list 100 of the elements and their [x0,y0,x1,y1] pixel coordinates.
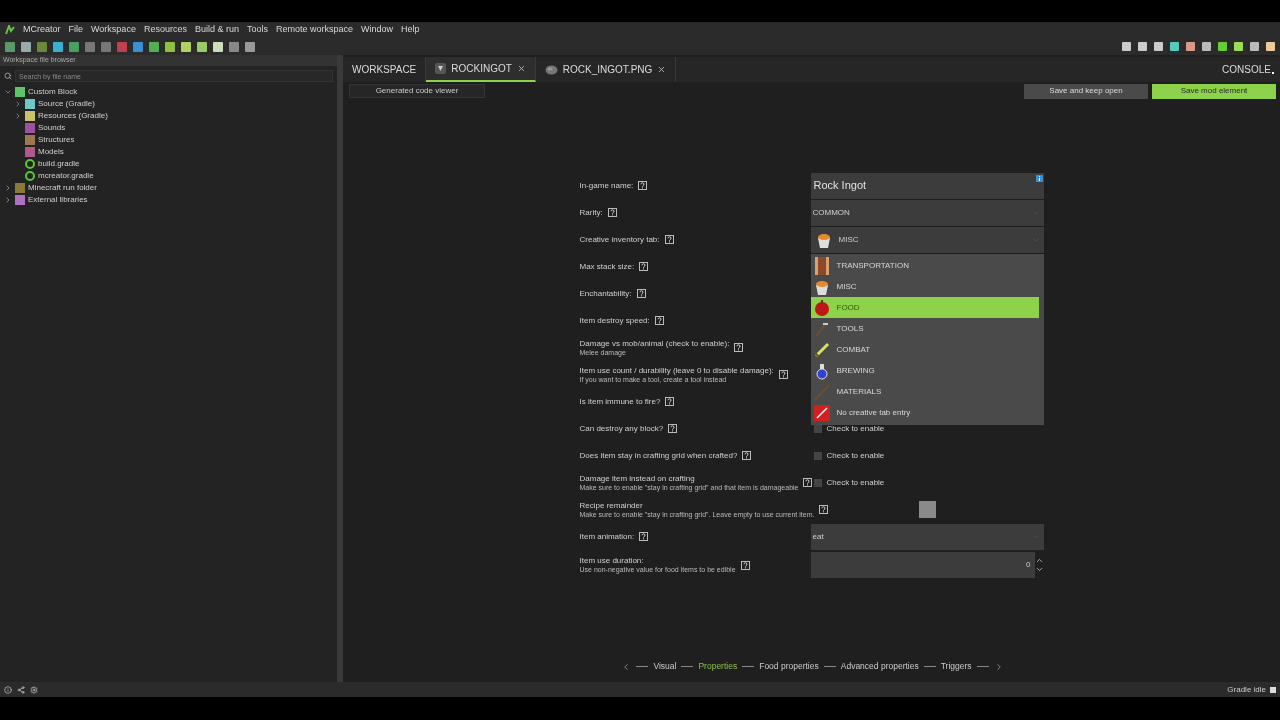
settings-icon[interactable] [30,685,38,694]
menu-item[interactable]: File [68,23,84,37]
toolbar-icon[interactable] [133,41,143,52]
code-viewer-button[interactable]: Generated code viewer [349,84,485,98]
tree-item[interactable]: Resources (Gradle) [38,112,108,120]
collapsed-chevron-icon[interactable] [14,112,22,120]
step-link[interactable]: Advanced properties [840,660,919,673]
tree-item[interactable]: Source (Gradle) [38,100,95,108]
dropdown-option[interactable]: No creative tab entry [810,402,1039,423]
number-field[interactable]: 0 [810,552,1035,578]
toolbar-icon[interactable] [245,41,255,52]
tree-item[interactable]: Custom Block [28,88,78,96]
help-icon[interactable] [607,208,617,217]
dropdown-option[interactable]: MISC [810,276,1039,297]
collapsed-chevron-icon[interactable] [4,184,12,192]
dropdown-option[interactable]: COMBAT [810,339,1039,360]
dropdown-option[interactable]: TRANSPORTATION [810,255,1039,276]
dropdown-option[interactable]: FOOD [810,297,1039,318]
info-icon[interactable] [1035,174,1043,182]
collapsed-chevron-icon[interactable] [14,100,22,108]
toolbar-icon[interactable] [21,41,31,52]
tree-item[interactable]: Minecraft run folder [28,184,97,192]
menu-item[interactable]: Tools [246,23,268,37]
help-icon[interactable] [639,262,649,271]
help-icon[interactable] [803,478,813,487]
combo-box[interactable]: eat [810,523,1044,550]
tree-item[interactable]: Structures [38,136,75,144]
help-icon[interactable] [742,451,752,460]
toolbar-icon[interactable] [181,41,191,52]
field-label: Recipe remainder [579,500,644,511]
checkbox-label[interactable]: Check to enable [826,476,885,489]
toolbar-icon[interactable] [229,41,239,52]
help-icon[interactable] [638,181,648,190]
help-icon[interactable] [664,235,674,244]
help-icon[interactable] [668,424,678,433]
toolbar-icon[interactable] [69,41,79,52]
close-icon[interactable] [516,64,526,73]
item-slot[interactable] [918,501,936,518]
tree-item[interactable]: build.gradle [38,160,80,168]
increment-icon[interactable] [1034,556,1044,565]
help-icon[interactable] [778,370,788,379]
barrier-icon [812,403,831,422]
toolbar-icon[interactable] [213,41,223,52]
dropdown-option[interactable]: MATERIALS [810,381,1039,402]
checkbox-label[interactable]: Check to enable [826,422,885,435]
console-tab[interactable]: CONSOLE [1222,62,1271,77]
help-icon[interactable] [740,560,750,570]
step-link[interactable]: Visual [653,660,677,673]
toolbar-icon[interactable] [5,41,15,52]
name-field[interactable]: Rock Ingot [810,172,1044,199]
menu-item[interactable]: Window [361,23,394,37]
tree-item[interactable]: mcreator.gradle [38,172,94,180]
checkbox[interactable] [813,424,822,433]
save-keep-open-button[interactable]: Save and keep open [1024,83,1148,99]
toolbar-icon[interactable] [53,41,63,52]
combo-box[interactable]: COMMON [810,199,1044,226]
collapsed-chevron-icon[interactable] [4,196,12,204]
help-icon[interactable] [654,316,664,325]
help-icon[interactable] [639,532,649,541]
step-link[interactable]: Triggers [940,660,972,673]
stop-icon[interactable] [1270,686,1276,693]
menu-item[interactable]: MCreator [23,23,61,37]
step-link[interactable]: Properties [698,660,738,673]
editor-tab[interactable]: ROCKINGOT [426,57,536,82]
field-label: Item use duration: [579,556,645,566]
field-label: Item animation: [579,531,635,542]
field-label: Item destroy speed: [579,315,650,326]
help-icon[interactable] [665,397,675,406]
checkbox[interactable] [813,451,822,460]
tree-item[interactable]: Sounds [38,124,66,132]
stick-icon [812,382,831,401]
menu-item[interactable]: Remote workspace [275,23,353,37]
share-icon[interactable] [17,685,25,694]
checkbox[interactable] [813,478,822,487]
toolbar-icon[interactable] [197,41,207,52]
help-icon[interactable] [819,505,829,514]
step-link[interactable]: Food properties [759,660,819,673]
save-button[interactable]: Save mod element [1152,83,1276,99]
console-indicator-icon [1272,72,1274,74]
checkbox-label[interactable]: Check to enable [826,449,885,462]
menu-item[interactable]: Workspace [91,23,136,37]
menu-item[interactable]: Build & run [194,23,239,37]
toolbar-icon[interactable] [149,41,159,52]
tree-item[interactable]: Models [38,148,64,156]
dropdown-option[interactable]: BREWING [810,360,1039,381]
expanded-chevron-icon[interactable] [4,88,12,96]
menu-item[interactable]: Resources [143,23,187,37]
field-label: Damage vs mob/animal (check to enable): [579,338,730,349]
sword-icon [812,340,831,359]
help-icon[interactable] [636,289,646,298]
menu-item[interactable]: Help [401,23,420,37]
field-label: Damage item instead on crafting [579,473,696,484]
dropdown-option[interactable]: TOOLS [810,318,1039,339]
combo-box[interactable]: MISC [810,226,1044,253]
decrement-icon[interactable] [1034,565,1044,574]
close-icon[interactable] [657,65,667,74]
help-icon[interactable] [734,343,744,352]
field-label: In-game name: [579,180,634,191]
toolbar-icon[interactable] [165,41,175,52]
tree-item[interactable]: External libraries [28,196,88,204]
